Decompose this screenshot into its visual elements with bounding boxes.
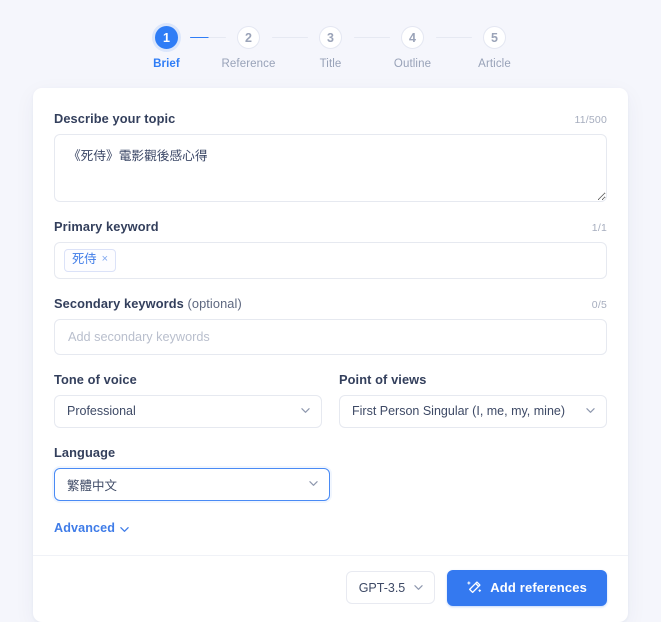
stepper-connector-4 bbox=[435, 26, 472, 49]
stepper-step-label: Title bbox=[319, 58, 342, 70]
advanced-label: Advanced bbox=[54, 520, 115, 535]
card-footer: GPT-3.5 Add references bbox=[33, 554, 628, 622]
stepper-step-brief[interactable]: 1 Brief bbox=[144, 26, 190, 70]
secondary-keywords-input[interactable] bbox=[54, 318, 607, 355]
chevron-down-icon bbox=[414, 583, 423, 592]
model-select[interactable]: GPT-3.5 bbox=[345, 571, 436, 605]
tone-of-voice-select[interactable]: Professional bbox=[54, 394, 322, 428]
field-point-of-views: Point of views First Person Singular (I,… bbox=[339, 372, 607, 428]
field-secondary-keywords: Secondary keywords (optional) 0/5 bbox=[54, 296, 607, 355]
primary-keyword-counter: 1/1 bbox=[591, 222, 607, 234]
stepper-step-label: Outline bbox=[393, 58, 432, 70]
stepper-step-article[interactable]: 5 Article bbox=[472, 26, 518, 70]
stepper-connector-line bbox=[353, 36, 390, 39]
stepper-step-label: Article bbox=[478, 58, 511, 70]
brief-form-card: Describe your topic 11/500 Primary keywo… bbox=[33, 88, 628, 622]
magic-wand-icon bbox=[467, 580, 482, 595]
chevron-down-icon bbox=[301, 406, 310, 415]
point-of-views-select[interactable]: First Person Singular (I, me, my, mine) bbox=[339, 394, 607, 428]
add-references-button[interactable]: Add references bbox=[447, 569, 607, 606]
secondary-keywords-label-main: Secondary keywords bbox=[54, 295, 184, 311]
field-header: Secondary keywords (optional) 0/5 bbox=[54, 296, 607, 311]
describe-topic-label: Describe your topic bbox=[54, 111, 176, 126]
field-header: Tone of voice bbox=[54, 372, 322, 387]
stepper-step-reference[interactable]: 2 Reference bbox=[222, 26, 275, 70]
chevron-down-icon bbox=[586, 406, 595, 415]
stepper-step-number: 5 bbox=[483, 26, 506, 49]
field-describe-topic: Describe your topic 11/500 bbox=[54, 111, 607, 202]
advanced-toggle[interactable]: Advanced bbox=[54, 521, 129, 535]
primary-keyword-input[interactable]: 死侍 × bbox=[54, 242, 607, 279]
language-select-wrap: 繁體中文 bbox=[54, 467, 330, 501]
stepper-connector-3 bbox=[353, 26, 390, 49]
stepper-connector-line bbox=[271, 36, 308, 39]
stepper-connector-1 bbox=[189, 26, 226, 49]
stepper-step-number: 3 bbox=[319, 26, 342, 49]
language-select[interactable]: 繁體中文 bbox=[54, 467, 330, 501]
field-header: Primary keyword 1/1 bbox=[54, 219, 607, 234]
chevron-down-icon bbox=[120, 523, 129, 532]
language-value: 繁體中文 bbox=[67, 478, 118, 493]
add-references-label: Add references bbox=[490, 580, 587, 596]
stepper-steps: 1 Brief 2 Reference 3 Title 4 Outline 5 … bbox=[144, 26, 518, 70]
stepper-connector-line bbox=[189, 36, 226, 39]
keyword-tag-label: 死侍 bbox=[72, 252, 97, 266]
secondary-keywords-label: Secondary keywords (optional) bbox=[54, 296, 242, 311]
point-of-views-label: Point of views bbox=[339, 371, 427, 387]
field-language: Language 繁體中文 bbox=[54, 445, 607, 501]
secondary-keywords-optional: (optional) bbox=[187, 295, 242, 311]
stepper-step-number: 4 bbox=[401, 26, 424, 49]
stepper-step-number: 1 bbox=[155, 26, 178, 49]
language-label: Language bbox=[54, 444, 116, 460]
field-header: Language bbox=[54, 445, 607, 460]
stepper-connector-2 bbox=[271, 26, 308, 49]
stepper-step-outline[interactable]: 4 Outline bbox=[390, 26, 436, 70]
field-header: Point of views bbox=[339, 372, 607, 387]
stepper-step-number: 2 bbox=[237, 26, 260, 49]
describe-topic-counter: 11/500 bbox=[574, 114, 607, 126]
tone-of-voice-value: Professional bbox=[67, 404, 136, 419]
model-select-value: GPT-3.5 bbox=[358, 580, 406, 595]
describe-topic-textarea[interactable] bbox=[54, 134, 607, 202]
progress-stepper: 1 Brief 2 Reference 3 Title 4 Outline 5 … bbox=[0, 0, 661, 70]
stepper-connector-line bbox=[435, 36, 472, 39]
keyword-tag: 死侍 × bbox=[64, 249, 117, 272]
field-primary-keyword: Primary keyword 1/1 死侍 × bbox=[54, 219, 607, 279]
tone-of-voice-label: Tone of voice bbox=[54, 371, 137, 387]
close-icon[interactable]: × bbox=[102, 254, 108, 265]
secondary-keywords-counter: 0/5 bbox=[591, 298, 607, 311]
field-tone-of-voice: Tone of voice Professional bbox=[54, 372, 322, 428]
field-header: Describe your topic 11/500 bbox=[54, 111, 607, 126]
stepper-step-label: Reference bbox=[221, 58, 276, 70]
stepper-step-title[interactable]: 3 Title bbox=[308, 26, 354, 70]
chevron-down-icon bbox=[309, 479, 318, 488]
primary-keyword-label: Primary keyword bbox=[54, 219, 159, 234]
tone-and-pov-row: Tone of voice Professional Point of view… bbox=[54, 372, 607, 445]
point-of-views-value: First Person Singular (I, me, my, mine) bbox=[352, 404, 566, 419]
brief-form-body: Describe your topic 11/500 Primary keywo… bbox=[33, 88, 628, 555]
stepper-step-label: Brief bbox=[153, 58, 180, 70]
